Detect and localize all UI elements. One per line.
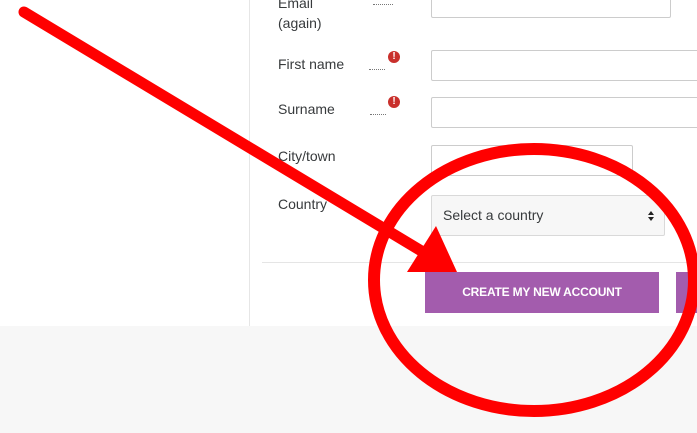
form-divider bbox=[262, 262, 697, 263]
first-name-input[interactable] bbox=[431, 50, 697, 81]
required-icon: ! bbox=[388, 96, 400, 108]
surname-input[interactable] bbox=[431, 97, 697, 128]
surname-leader bbox=[370, 114, 386, 115]
surname-label: Surname bbox=[278, 101, 335, 117]
email-again-label-line1: Email bbox=[278, 0, 314, 11]
signup-page: Email (again) First name ! Surname ! Cit… bbox=[0, 0, 697, 433]
create-account-button[interactable]: CREATE MY NEW ACCOUNT bbox=[425, 272, 659, 313]
required-icon: ! bbox=[388, 51, 400, 63]
country-select[interactable]: Select a country bbox=[431, 195, 665, 236]
chevron-up-down-icon bbox=[648, 211, 654, 221]
cancel-button[interactable]: CANCEL bbox=[676, 272, 697, 313]
email-again-input[interactable] bbox=[431, 0, 671, 18]
page-background bbox=[0, 326, 697, 433]
email-again-label-line2: (again) bbox=[278, 15, 322, 31]
city-label: City/town bbox=[278, 148, 336, 164]
country-label: Country bbox=[278, 196, 328, 212]
first-name-label: First name bbox=[278, 56, 345, 72]
email-again-leader bbox=[373, 4, 393, 5]
city-input[interactable] bbox=[431, 145, 633, 176]
country-select-value: Select a country bbox=[443, 207, 544, 223]
first-name-leader bbox=[369, 69, 385, 70]
